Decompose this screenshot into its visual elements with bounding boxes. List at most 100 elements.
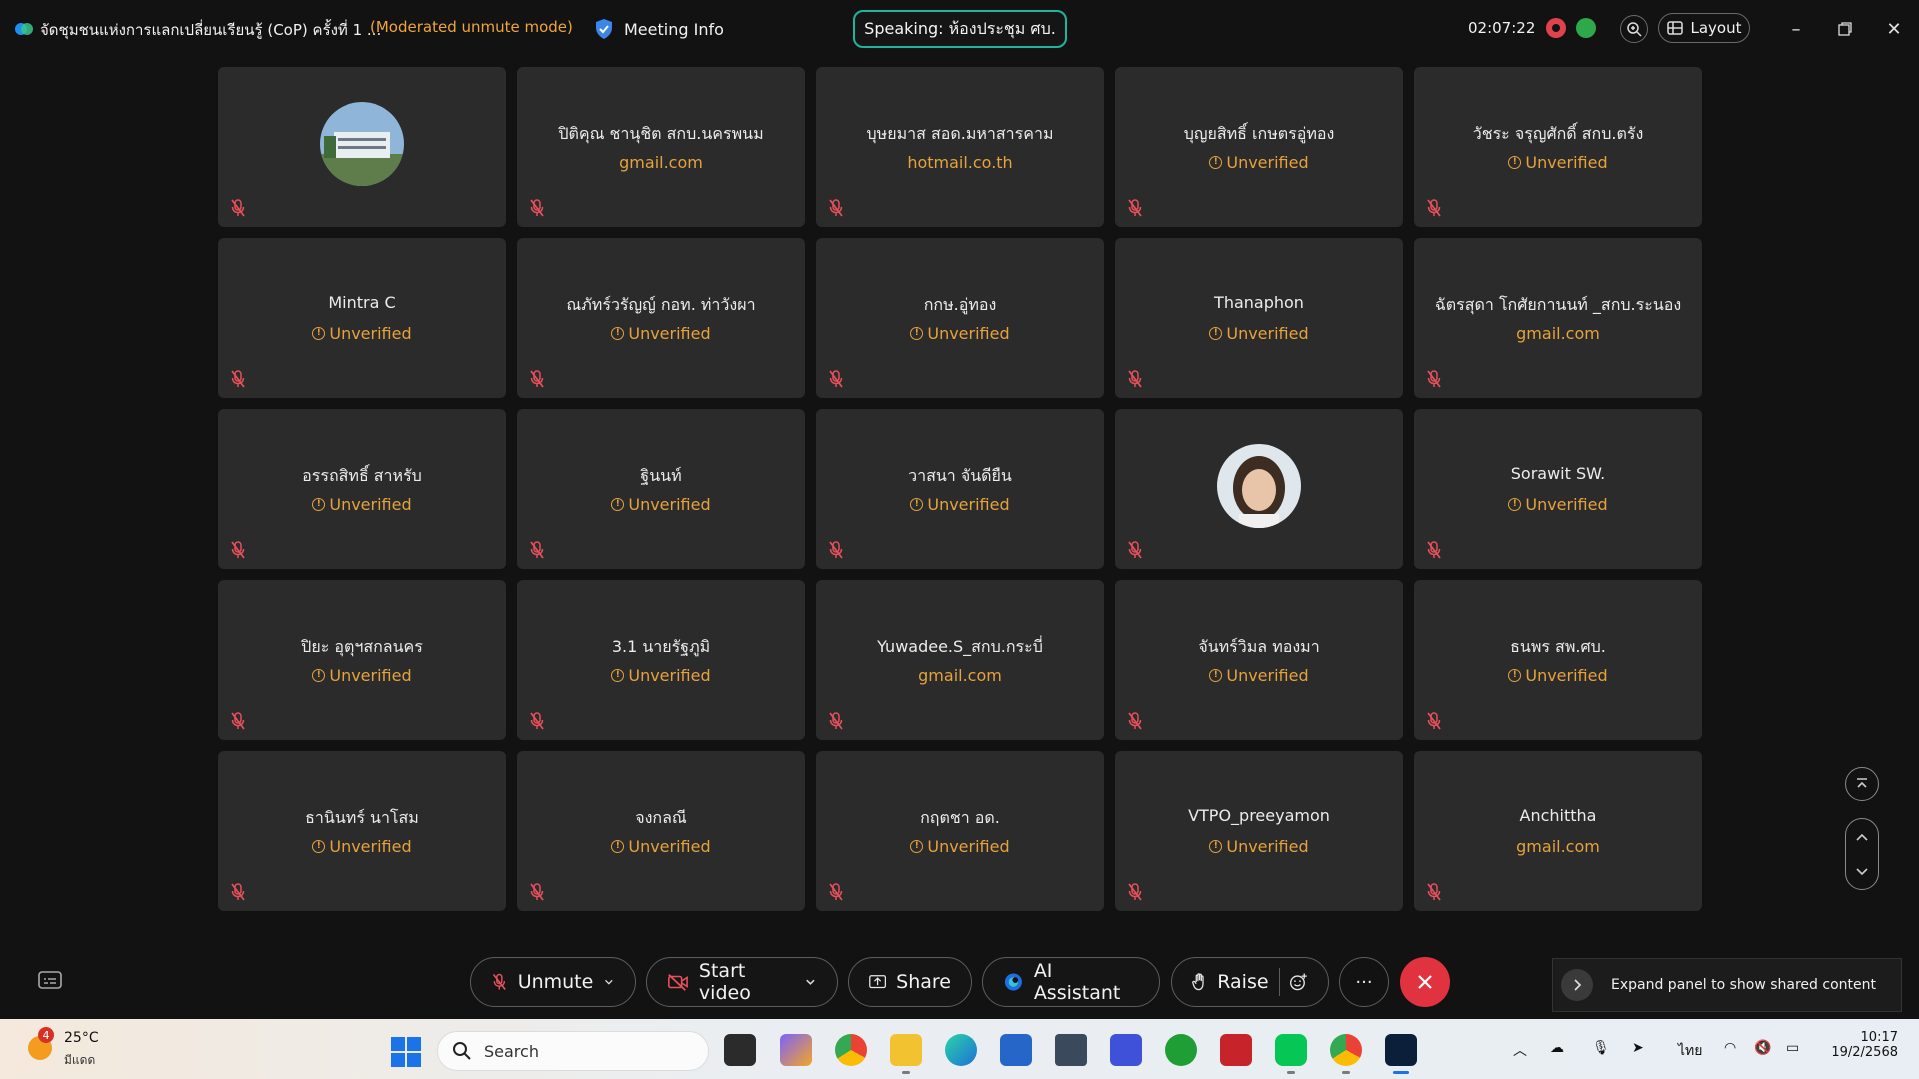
wifi-icon[interactable]: ◠ [1724,1040,1736,1056]
participant-tile[interactable]: ฐินนท์! Unverified [517,409,805,569]
participant-tile[interactable]: VTPO_preeyamon! Unverified [1115,751,1403,911]
participant-avatar [320,102,404,186]
location-icon[interactable]: ➤ [1632,1040,1644,1056]
participant-tile[interactable]: Anchittha gmail.com [1414,751,1702,911]
filezilla-icon[interactable] [1220,1034,1252,1066]
input-language-indicator[interactable]: ไทย [1678,1040,1702,1062]
share-button[interactable]: Share [848,957,972,1007]
participant-tile[interactable]: อรรถสิทธิ์ สาหรับ! Unverified [218,409,506,569]
participant-tile[interactable]: Thanaphon! Unverified [1115,238,1403,398]
store-icon[interactable] [1000,1034,1032,1066]
close-window-button[interactable]: ✕ [1879,16,1909,42]
meeting-info-button[interactable]: Meeting Info [594,15,724,43]
participant-tile[interactable]: ณภัทร์วรัญญ์ กอท. ท่าวังผา! Unverified [517,238,805,398]
running-indicator [1287,1071,1295,1074]
participant-tile[interactable]: ธานินทร์ นาโสม! Unverified [218,751,506,911]
restore-button[interactable] [1830,16,1860,42]
chevron-up-icon[interactable] [1854,829,1870,845]
unverified-badge: ! Unverified [218,495,506,514]
warning-icon: ! [1209,840,1223,853]
chrome-profile-icon[interactable] [1330,1034,1362,1066]
participant-tile[interactable]: จันทร์วิมล ทองมา! Unverified [1115,580,1403,740]
participant-tile[interactable]: กฤตชา อด.! Unverified [816,751,1104,911]
expand-panel-text: Expand panel to show shared content [1611,977,1876,993]
clock-date: 19/2/2568 [1831,1045,1898,1060]
expand-panel-banner[interactable]: Expand panel to show shared content [1552,958,1902,1012]
weather-temperature[interactable]: 25°C [64,1030,99,1046]
edge-icon[interactable] [945,1034,977,1066]
onedrive-icon[interactable]: ☁ [1550,1040,1564,1056]
participant-tile[interactable]: จงกลณี! Unverified [517,751,805,911]
ai-assistant-button[interactable]: AI Assistant [982,957,1160,1007]
raise-hand-button[interactable]: Raise [1171,957,1329,1007]
windows-start-button[interactable] [391,1037,421,1067]
participant-name: ปิติคุณ ชานุชิต สกบ.นครพนม [558,124,764,143]
unmute-button[interactable]: Unmute [470,957,636,1007]
network-signal-icon[interactable] [1576,18,1596,38]
chevron-down-icon[interactable] [1854,864,1870,880]
participant-tile[interactable]: ปิยะ อุตุฯสกลนคร! Unverified [218,580,506,740]
participant-tile[interactable]: ธนพร สพ.ศบ.! Unverified [1414,580,1702,740]
xbox-icon[interactable] [1165,1034,1197,1066]
zoom-button[interactable] [1620,15,1648,43]
participant-subtext: Unverified [1226,324,1309,343]
participant-subtext: Unverified [1525,153,1608,172]
participant-tile[interactable]: 3.1 นายรัฐภูมิ! Unverified [517,580,805,740]
microphone-icon[interactable]: 🎙 [1592,1040,1610,1056]
file-explorer-icon[interactable] [890,1034,922,1066]
battery-icon[interactable]: ▭ [1786,1040,1799,1056]
participant-tile[interactable]: Mintra C! Unverified [218,238,506,398]
participant-subtext: Unverified [1525,495,1608,514]
participant-name: Yuwadee.S_สกบ.กระบี่ [877,637,1043,656]
scroll-to-top-button[interactable] [1845,767,1879,801]
more-options-button[interactable]: ··· [1339,957,1389,1007]
reactions-icon[interactable] [1289,971,1308,993]
warning-icon: ! [1508,156,1522,169]
leave-meeting-button[interactable] [1400,957,1450,1007]
participant-tile[interactable]: ปิติคุณ ชานุชิต สกบ.นครพนม gmail.com [517,67,805,227]
volume-muted-icon[interactable]: 🔇 [1754,1040,1771,1056]
participant-tile[interactable]: บุษยมาส สอด.มหาสารคาม hotmail.co.th [816,67,1104,227]
task-view-icon[interactable] [724,1034,756,1066]
unverified-badge: ! Unverified [1414,666,1702,685]
taskbar-search[interactable]: Search [437,1031,709,1071]
participant-tile[interactable] [218,67,506,227]
expand-arrow-button[interactable] [1561,969,1593,1001]
participant-tile[interactable]: Sorawit SW.! Unverified [1414,409,1702,569]
participant-subtext: Unverified [329,666,412,685]
participant-subtext: Unverified [1226,153,1309,172]
minimize-button[interactable]: – [1781,16,1811,42]
app-chart-icon[interactable] [1110,1034,1142,1066]
participant-subtext: gmail.com [619,153,703,172]
warning-icon: ! [611,669,625,682]
participant-tile[interactable]: ฉัตรสุดา โกศัยกานนท์ _สกบ.ระนอง gmail.com [1414,238,1702,398]
participant-tile[interactable]: วาสนา จันดียืน! Unverified [816,409,1104,569]
app-cube-icon[interactable] [1055,1034,1087,1066]
copilot-icon[interactable] [780,1034,812,1066]
participant-tile[interactable]: Yuwadee.S_สกบ.กระบี่ gmail.com [816,580,1104,740]
participant-name: 3.1 นายรัฐภูมิ [611,637,711,656]
chrome-icon[interactable] [835,1034,867,1066]
recording-icon[interactable] [1546,18,1566,38]
layout-button[interactable]: Layout [1658,13,1750,43]
participant-avatar [1217,444,1301,528]
participant-tile[interactable] [1115,409,1403,569]
webex-taskbar-icon[interactable] [1385,1034,1417,1066]
grid-icon [1666,21,1683,35]
unverified-badge: ! Unverified [517,495,805,514]
participant-tile[interactable]: กกษ.อู่ทอง! Unverified [816,238,1104,398]
show-hidden-icons-button[interactable]: ︿ [1513,1040,1527,1060]
participant-tile[interactable]: วัชระ จรุญศักดิ์ สกบ.ตรัง! Unverified [1414,67,1702,227]
participant-tile[interactable]: บุญยสิทธิ์ เกษตรอู่ทอง! Unverified [1115,67,1403,227]
start-video-button[interactable]: Start video [646,957,838,1007]
chevron-down-icon[interactable] [603,975,615,989]
line-icon[interactable] [1275,1034,1307,1066]
system-clock[interactable]: 10:17 19/2/2568 [1826,1030,1898,1060]
unverified-badge: ! Unverified [1414,495,1702,514]
closed-caption-icon[interactable] [38,971,62,991]
mic-muted-icon [1128,541,1142,559]
chevron-down-icon[interactable] [804,975,817,989]
unverified-badge: ! Unverified [816,837,1104,856]
participant-name: บุษยมาส สอด.มหาสารคาม [866,124,1054,143]
unverified-badge: ! Unverified [1115,324,1403,343]
